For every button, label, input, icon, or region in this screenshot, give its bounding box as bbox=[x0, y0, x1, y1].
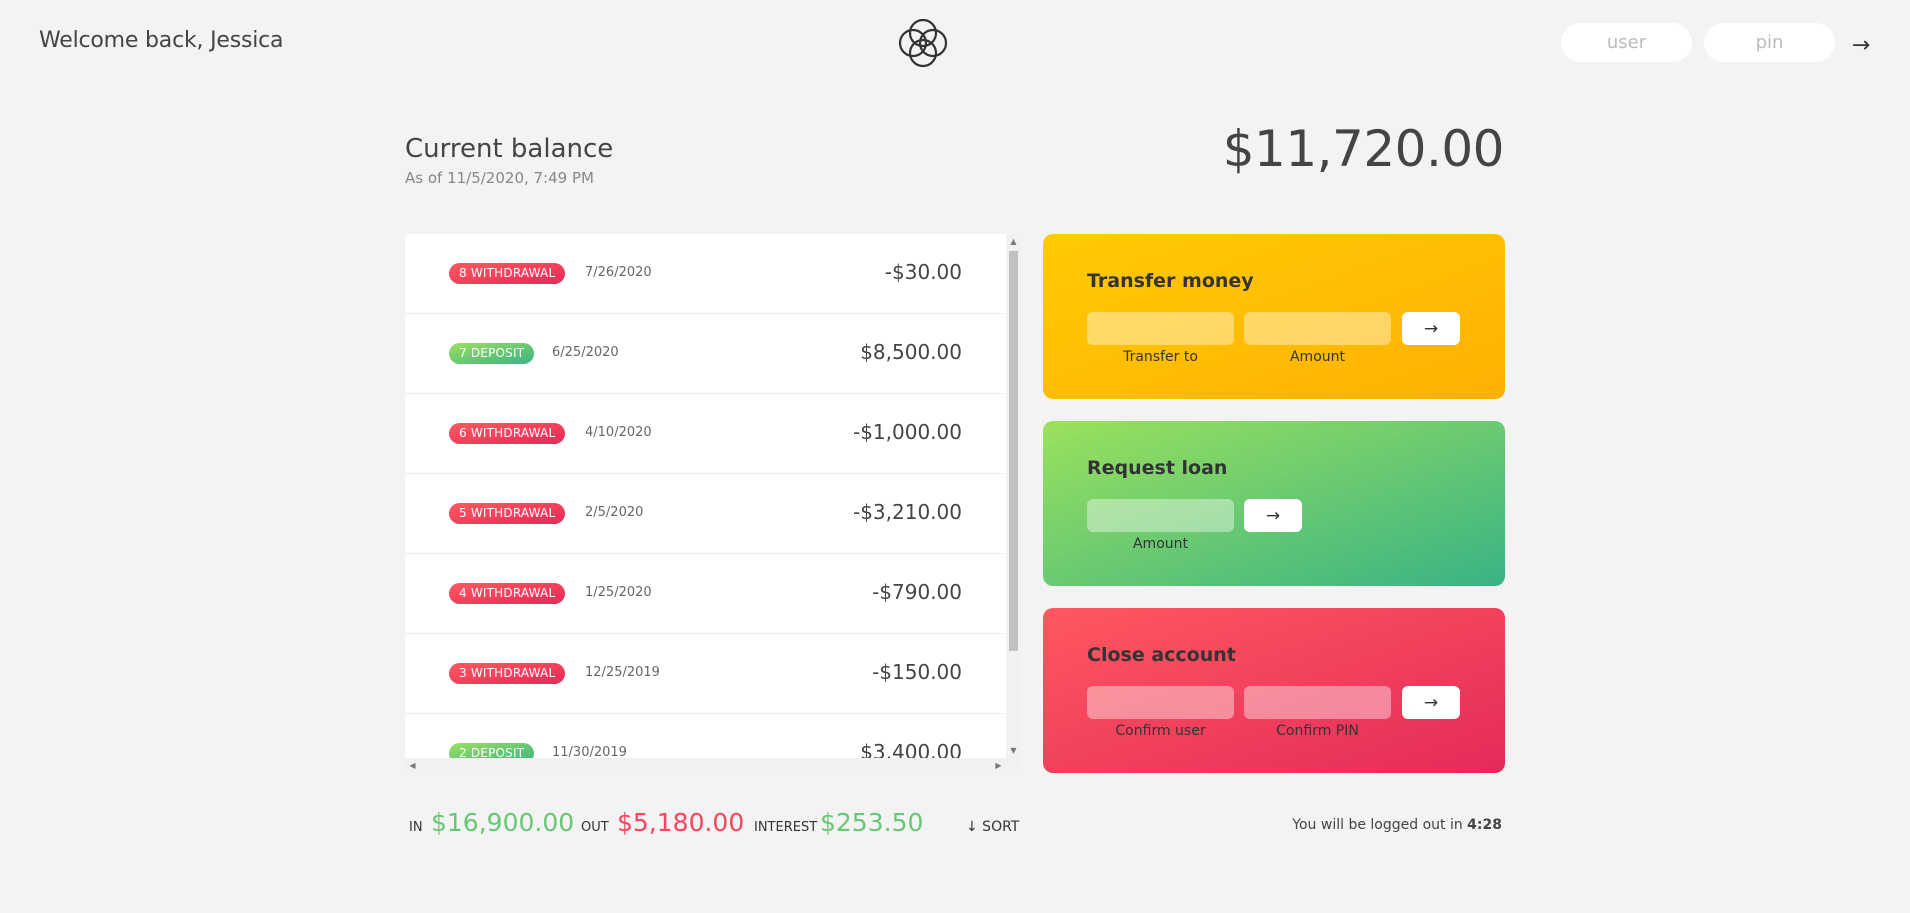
movement-value: $8,500.00 bbox=[860, 340, 962, 364]
horizontal-scrollbar[interactable]: ◀ ▶ bbox=[405, 758, 1021, 774]
balance-label: Current balance bbox=[405, 134, 614, 164]
summary-in-value: $16,900.00 bbox=[431, 808, 575, 837]
login-user-input[interactable] bbox=[1561, 23, 1692, 62]
movement-type-badge: 8 WITHDRAWAL bbox=[449, 263, 566, 284]
loan-amount-label: Amount bbox=[1132, 536, 1188, 552]
balance-date: As of 11/5/2020, 7:49 PM bbox=[405, 169, 594, 187]
close-account-panel: Close account → Confirm user Confirm PIN bbox=[1043, 608, 1505, 773]
logout-timer: You will be logged out in 4:28 bbox=[1292, 817, 1502, 833]
movements-list: 8 WITHDRAWAL 7/26/2020 -$30.00 7 DEPOSIT… bbox=[405, 234, 1006, 758]
movement-type-badge: 7 DEPOSIT bbox=[449, 343, 535, 364]
movement-date: 6/25/2020 bbox=[552, 345, 619, 360]
summary-interest-value: $253.50 bbox=[820, 808, 924, 837]
transfer-to-input[interactable] bbox=[1087, 312, 1234, 345]
movement-type-badge: 3 WITHDRAWAL bbox=[449, 663, 566, 684]
movement-date: 11/30/2019 bbox=[552, 745, 627, 758]
movement-row: 8 WITHDRAWAL 7/26/2020 -$30.00 bbox=[405, 234, 1006, 314]
vertical-scrollbar[interactable]: ▲ ▼ bbox=[1006, 234, 1021, 758]
logout-timer-text: You will be logged out in bbox=[1292, 817, 1468, 833]
movement-row: 3 WITHDRAWAL 12/25/2019 -$150.00 bbox=[405, 634, 1006, 714]
scrollbar-thumb[interactable] bbox=[1009, 251, 1018, 651]
transfer-amount-input[interactable] bbox=[1244, 312, 1391, 345]
sort-button[interactable]: ↓ SORT bbox=[966, 819, 1019, 835]
top-nav: Welcome back, Jessica → bbox=[0, 0, 1910, 90]
summary-out-value: $5,180.00 bbox=[617, 808, 745, 837]
summary-out-label: Out bbox=[581, 820, 609, 835]
movement-type-badge: 2 DEPOSIT bbox=[449, 743, 535, 758]
welcome-message: Welcome back, Jessica bbox=[39, 28, 284, 53]
movement-row: 2 DEPOSIT 11/30/2019 $3,400.00 bbox=[405, 714, 1006, 758]
confirm-pin-label: Confirm PIN bbox=[1276, 723, 1359, 739]
movement-value: -$3,210.00 bbox=[852, 500, 962, 524]
movement-value: $3,400.00 bbox=[860, 740, 962, 758]
movement-row: 7 DEPOSIT 6/25/2020 $8,500.00 bbox=[405, 314, 1006, 394]
loan-amount-input[interactable] bbox=[1087, 499, 1234, 532]
movement-date: 4/10/2020 bbox=[585, 425, 652, 440]
transfer-title: Transfer money bbox=[1087, 270, 1254, 292]
movement-row: 4 WITHDRAWAL 1/25/2020 -$790.00 bbox=[405, 554, 1006, 634]
movement-row: 6 WITHDRAWAL 4/10/2020 -$1,000.00 bbox=[405, 394, 1006, 474]
transfer-amount-label: Amount bbox=[1289, 349, 1345, 365]
close-user-input[interactable] bbox=[1087, 686, 1234, 719]
movements-panel[interactable]: 8 WITHDRAWAL 7/26/2020 -$30.00 7 DEPOSIT… bbox=[405, 234, 1021, 774]
login-button[interactable]: → bbox=[1846, 30, 1876, 60]
movement-value: -$1,000.00 bbox=[852, 420, 962, 444]
scroll-up-arrow-icon[interactable]: ▲ bbox=[1006, 234, 1021, 249]
movement-date: 7/26/2020 bbox=[585, 265, 652, 280]
transfer-money-panel: Transfer money → Transfer to Amount bbox=[1043, 234, 1505, 399]
summary-bar: In $16,900.00 Out $5,180.00 Interest $25… bbox=[405, 800, 1025, 850]
close-title: Close account bbox=[1087, 644, 1236, 666]
confirm-user-label: Confirm user bbox=[1115, 723, 1206, 739]
summary-interest-label: Interest bbox=[754, 820, 818, 835]
transfer-submit-button[interactable]: → bbox=[1402, 312, 1460, 345]
summary-in-label: In bbox=[409, 820, 423, 835]
movement-date: 12/25/2019 bbox=[585, 665, 660, 680]
login-pin-input[interactable] bbox=[1704, 23, 1835, 62]
loan-submit-button[interactable]: → bbox=[1244, 499, 1302, 532]
movement-value: -$30.00 bbox=[884, 260, 962, 284]
movement-date: 2/5/2020 bbox=[585, 505, 644, 520]
logout-timer-time: 4:28 bbox=[1467, 817, 1502, 833]
four-circles-logo-icon bbox=[898, 18, 948, 68]
movement-type-badge: 5 WITHDRAWAL bbox=[449, 503, 566, 524]
movement-type-badge: 4 WITHDRAWAL bbox=[449, 583, 566, 604]
movement-value: -$150.00 bbox=[872, 660, 962, 684]
movement-type-badge: 6 WITHDRAWAL bbox=[449, 423, 566, 444]
scroll-right-arrow-icon[interactable]: ▶ bbox=[991, 758, 1006, 774]
movement-date: 1/25/2020 bbox=[585, 585, 652, 600]
transfer-to-label: Transfer to bbox=[1123, 349, 1198, 365]
movement-value: -$790.00 bbox=[872, 580, 962, 604]
scroll-left-arrow-icon[interactable]: ◀ bbox=[405, 758, 420, 774]
movement-row: 5 WITHDRAWAL 2/5/2020 -$3,210.00 bbox=[405, 474, 1006, 554]
close-pin-input[interactable] bbox=[1244, 686, 1391, 719]
close-submit-button[interactable]: → bbox=[1402, 686, 1460, 719]
request-loan-panel: Request loan → Amount bbox=[1043, 421, 1505, 586]
balance-value: $11,720.00 bbox=[1222, 120, 1505, 178]
scroll-down-arrow-icon[interactable]: ▼ bbox=[1006, 743, 1021, 758]
loan-title: Request loan bbox=[1087, 457, 1228, 479]
